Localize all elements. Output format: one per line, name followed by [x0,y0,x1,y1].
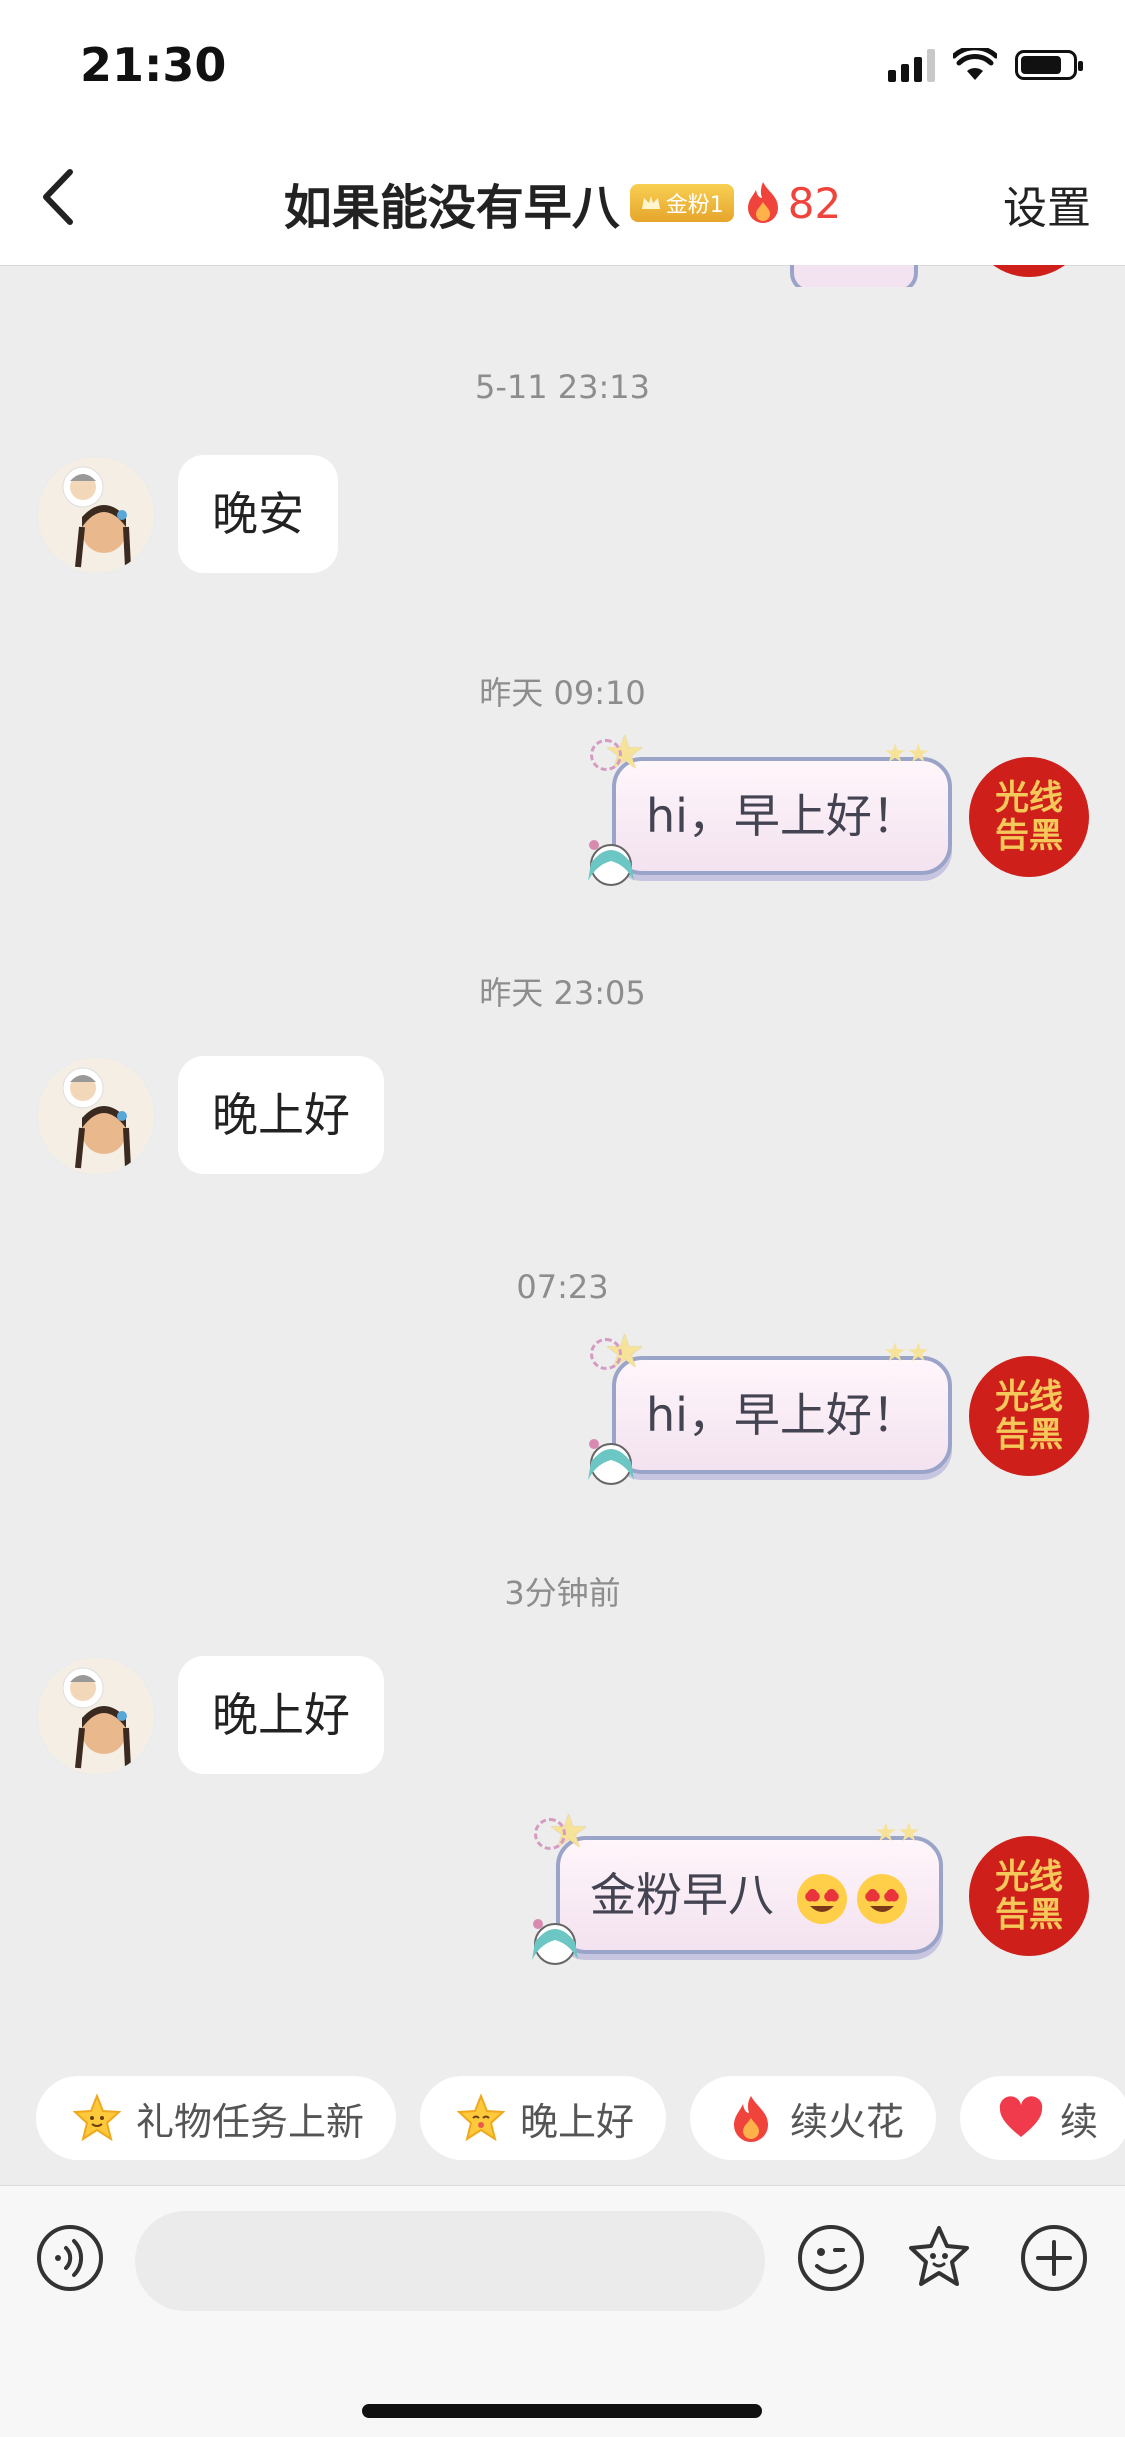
heart-icon [999,2096,1043,2137]
fan-badge-label: 金粉1 [665,193,724,218]
star-decoration-icon: ★★ [874,1818,921,1848]
avatar-illustration [62,1067,131,1169]
timestamp: 07:23 [516,1268,609,1306]
avatar-stamp-text: 告黑 [995,816,1063,856]
message-bubble-received[interactable]: 晚安 [178,455,338,573]
status-icons [888,48,1083,82]
avatar-stamp-text: 告黑 [995,1895,1063,1935]
settings-button[interactable]: 设置 [1003,172,1091,236]
contact-avatar[interactable] [36,455,156,575]
status-bar: 21:30 [0,0,1125,140]
battery-icon [1015,50,1083,80]
chibi-decoration-icon [532,1919,578,1965]
chat-header: 如果能没有早八 金粉1 82 设置 [0,140,1125,266]
streak-indicator[interactable]: 82 [744,179,841,228]
heart-eyes-emoji-icon [796,1873,847,1924]
message-bubble-sent-wrap: hi，早上好！ ★ ★★ [588,1328,952,1485]
my-avatar[interactable]: 光线 告黑 [969,1356,1089,1476]
heart-eyes-emoji-icon [856,1873,907,1924]
ring-decoration-icon [590,1338,622,1370]
timestamp: 昨天 09:10 [479,674,646,712]
plus-icon[interactable] [1018,2222,1090,2294]
my-avatar[interactable]: 光线 告黑 [969,757,1089,877]
timestamp: 5-11 23:13 [474,368,650,406]
avatar-stamp-text: 光线 [995,778,1063,818]
message-input[interactable] [135,2211,765,2311]
ring-decoration-icon [590,739,622,771]
previous-avatar-partial [969,265,1089,277]
message-bubble-received[interactable]: 晚上好 [178,1656,384,1774]
fire-icon [734,2096,769,2142]
previous-message-partial [790,265,930,287]
streak-count: 82 [787,178,842,228]
chat-title: 如果能没有早八 [283,180,620,236]
emoji-icon[interactable] [795,2222,867,2294]
crown-icon [641,196,660,209]
avatar-illustration [62,1667,131,1769]
chibi-decoration-icon [588,1439,634,1485]
message-bubble-sent[interactable]: hi，早上好！ [612,1356,952,1474]
title-group: 如果能没有早八 金粉1 82 [0,168,1125,238]
star-decoration-icon: ★★ [883,739,930,769]
input-bar [0,2185,1125,2437]
home-indicator [362,2404,762,2418]
quick-reply-label: 续火花 [790,2099,905,2144]
contact-avatar[interactable] [36,1656,156,1776]
quick-reply-chip[interactable]: 续火花 [690,2076,937,2160]
timestamp: 3分钟前 [504,1574,621,1612]
quick-reply-chip[interactable]: 晚上好 [420,2076,667,2160]
status-time: 21:30 [80,38,227,92]
message-bubble-sent[interactable]: hi，早上好！ [612,757,952,875]
avatar-illustration [62,466,131,568]
avatar-stamp-text: 光线 [995,1377,1063,1417]
avatar-stamp-text: 告黑 [995,1415,1063,1455]
contact-avatar[interactable] [36,1056,156,1176]
sticker-icon[interactable] [903,2222,975,2294]
wifi-icon [953,48,997,80]
timestamp: 昨天 23:05 [479,974,646,1012]
chibi-decoration-icon [588,840,634,886]
signal-icon [888,48,935,82]
message-bubble-received[interactable]: 晚上好 [178,1056,384,1174]
fire-icon [747,182,778,223]
ring-decoration-icon [534,1818,566,1850]
quick-reply-chip[interactable]: 礼物任务上新 [36,2076,397,2160]
star-face-icon [456,2093,506,2142]
voice-icon[interactable] [34,2222,106,2294]
fan-level-badge[interactable]: 金粉1 [629,184,734,222]
star-smile-icon [72,2093,122,2142]
message-bubble-sent-wrap: hi，早上好！ ★ ★★ [588,729,952,886]
quick-reply-chip[interactable]: 续 [960,2076,1125,2160]
my-avatar[interactable]: 光线 告黑 [969,1836,1089,1956]
message-bubble-sent[interactable]: 金粉早八 [556,1836,943,1954]
quick-reply-label: 晚上好 [520,2099,635,2144]
quick-reply-bar: 礼物任务上新 晚上好 续火花 续 [36,2076,1125,2160]
message-bubble-sent-wrap: 金粉早八 ★ ★★ [532,1808,943,1965]
message-text: 金粉早八 [590,1868,774,1922]
avatar-stamp-text: 光线 [995,1857,1063,1897]
quick-reply-label: 礼物任务上新 [136,2099,365,2144]
quick-reply-label: 续 [1060,2099,1099,2144]
star-decoration-icon: ★★ [883,1338,930,1368]
